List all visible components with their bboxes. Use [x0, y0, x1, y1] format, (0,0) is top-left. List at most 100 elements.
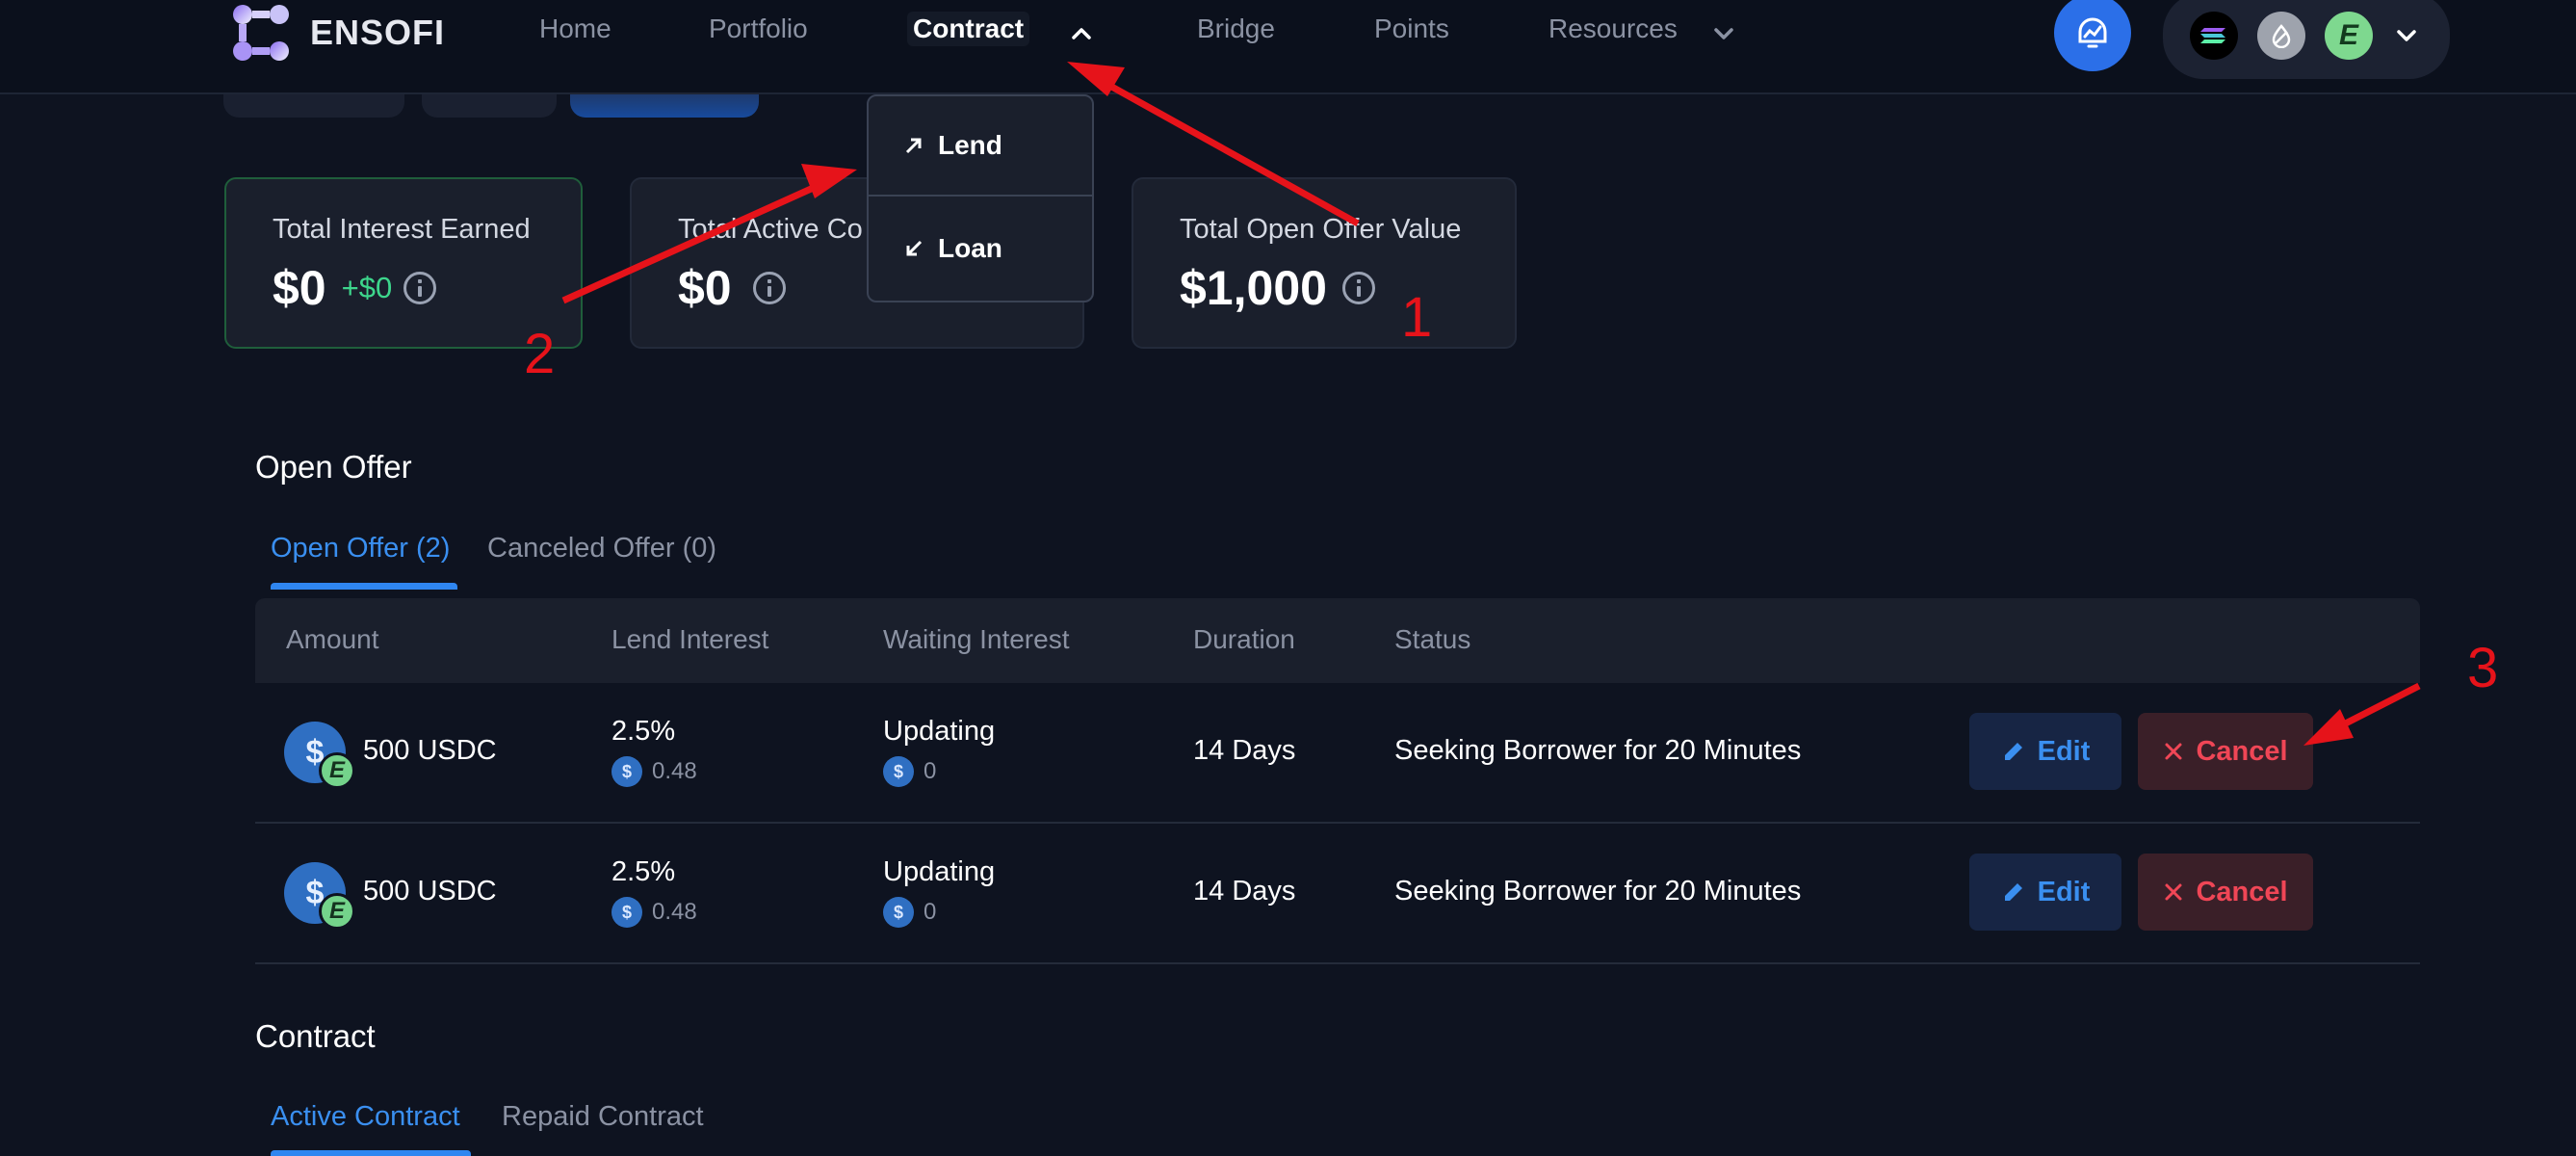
lend-interest-value: 2.5%	[611, 856, 676, 887]
info-icon[interactable]	[752, 272, 786, 304]
nav-contract[interactable]: Contract	[907, 12, 1030, 46]
stat-label: Total Interest Earned	[273, 214, 531, 245]
amount-value: 500 USDC	[363, 876, 497, 906]
network-chip-active[interactable]	[570, 94, 759, 118]
contract-title: Contract	[255, 1018, 376, 1054]
edit-label: Edit	[2037, 876, 2091, 907]
info-icon[interactable]	[1341, 272, 1375, 304]
lend-interest-sub: $ 0.48	[611, 756, 697, 787]
open-offer-title: Open Offer	[255, 449, 412, 485]
table-row: $ E 500 USDC 2.5% $ 0.48 Updating $ 0 14…	[255, 683, 2420, 824]
tab-active-contract[interactable]: Active Contract	[271, 1101, 460, 1133]
stat-delta: +$0	[341, 271, 393, 304]
edit-button[interactable]: Edit	[1969, 854, 2121, 931]
wallet-selector[interactable]: E	[2163, 0, 2450, 79]
tab-canceled-offer[interactable]: Canceled Offer (0)	[487, 533, 716, 565]
annotation-number: 1	[1401, 286, 1433, 349]
edit-button[interactable]: Edit	[1969, 713, 2121, 790]
duration-value: 14 Days	[1193, 876, 1296, 906]
chevron-down-icon[interactable]	[1709, 19, 1738, 48]
duration-value: 14 Days	[1193, 735, 1296, 766]
cancel-label: Cancel	[2196, 735, 2288, 767]
column-header: Status	[1394, 624, 1471, 654]
arrow-up-right-icon	[905, 138, 922, 154]
waiting-interest-amount: 0	[924, 758, 937, 784]
annotation-number: 3	[2467, 637, 2499, 699]
stat-label: Total Active Co	[678, 214, 863, 245]
column-header: Lend Interest	[611, 624, 769, 654]
stat-value: $0 +$0	[273, 260, 437, 316]
usdc-icon: $	[611, 756, 642, 787]
arrow-down-left-icon	[906, 240, 923, 256]
annotation-number: 2	[524, 323, 556, 385]
cancel-button[interactable]: Cancel	[2138, 713, 2313, 790]
table-row: $ E 500 USDC 2.5% $ 0.48 Updating $ 0 14…	[255, 824, 2420, 964]
waiting-interest-sub: $ 0	[883, 756, 936, 787]
usdc-icon: $	[611, 897, 642, 928]
tab-open-offer[interactable]: Open Offer (2)	[271, 533, 450, 565]
nav-points[interactable]: Points	[1374, 13, 1449, 44]
amount-value: 500 USDC	[363, 735, 497, 766]
ensofi-badge-icon: E	[319, 752, 355, 789]
open-offer-table: Amount Lend Interest Waiting Interest Du…	[255, 598, 2420, 964]
nav-bridge[interactable]: Bridge	[1197, 13, 1275, 44]
ensofi-logo-icon	[229, 1, 293, 65]
stat-label: Total Open Offer Value	[1180, 214, 1462, 245]
table-header: Amount Lend Interest Waiting Interest Du…	[255, 598, 2420, 683]
active-tab-indicator	[271, 1150, 471, 1156]
network-chip[interactable]	[223, 94, 404, 118]
menu-item-loan[interactable]: Loan	[869, 198, 1092, 299]
cancel-label: Cancel	[2196, 876, 2288, 907]
contract-dropdown-menu: Lend Loan	[867, 94, 1094, 302]
lend-interest-value: 2.5%	[611, 716, 676, 747]
edit-label: Edit	[2037, 735, 2091, 767]
waiting-interest-value: Updating	[883, 856, 996, 887]
ensofi-logo[interactable]: ENSOFI	[229, 0, 445, 66]
menu-item-label: Lend	[938, 130, 1002, 160]
stat-value-amount: $1,000	[1180, 261, 1327, 315]
annotation-arrows	[561, 62, 2421, 746]
info-icon[interactable]	[403, 272, 437, 304]
tab-repaid-contract[interactable]: Repaid Contract	[502, 1101, 704, 1133]
chevron-down-icon	[2397, 30, 2416, 41]
lend-interest-amount: 0.48	[652, 899, 697, 925]
ensofi-token-icon: E	[2325, 12, 2373, 60]
solana-icon	[2190, 12, 2238, 60]
logo-text: ENSOFI	[310, 13, 446, 52]
waiting-interest-value: Updating	[883, 716, 996, 747]
stat-value: $0	[678, 260, 786, 316]
nav-portfolio[interactable]: Portfolio	[709, 13, 808, 44]
nav-resources[interactable]: Resources	[1548, 13, 1678, 44]
top-navbar: ENSOFI Home Portfolio Contract Bridge Po…	[0, 0, 2576, 94]
stat-value: $1,000	[1180, 260, 1375, 316]
chevron-up-icon[interactable]	[1067, 19, 1096, 48]
active-tab-indicator	[271, 583, 457, 590]
pencil-icon	[2004, 743, 2022, 760]
column-header: Duration	[1193, 624, 1295, 654]
lend-interest-sub: $ 0.48	[611, 897, 697, 928]
column-header: Waiting Interest	[883, 624, 1070, 654]
waiting-interest-amount: 0	[924, 899, 937, 925]
menu-item-lend[interactable]: Lend	[869, 96, 1092, 197]
pencil-icon	[2004, 883, 2022, 901]
ensofi-badge-icon: E	[319, 893, 355, 930]
column-header: Amount	[286, 624, 379, 654]
nav-home[interactable]: Home	[539, 13, 611, 44]
close-icon	[2165, 883, 2182, 901]
status-value: Seeking Borrower for 20 Minutes	[1394, 735, 1802, 766]
usdc-icon: $	[883, 756, 914, 787]
waiting-interest-sub: $ 0	[883, 897, 936, 928]
bell-chart-icon	[2078, 17, 2107, 48]
status-value: Seeking Borrower for 20 Minutes	[1394, 876, 1802, 906]
stat-card-open-offer-value: Total Open Offer Value $1,000	[1132, 177, 1517, 349]
stat-value-amount: $0	[678, 261, 732, 315]
usdc-icon: $	[883, 897, 914, 928]
close-icon	[2165, 743, 2182, 760]
network-chip[interactable]	[422, 94, 557, 118]
cancel-button[interactable]: Cancel	[2138, 854, 2313, 931]
lend-interest-amount: 0.48	[652, 758, 697, 784]
stat-value-amount: $0	[273, 261, 326, 315]
notification-button[interactable]	[2054, 0, 2131, 71]
drop-token-icon	[2257, 12, 2305, 60]
menu-item-label: Loan	[938, 233, 1002, 263]
